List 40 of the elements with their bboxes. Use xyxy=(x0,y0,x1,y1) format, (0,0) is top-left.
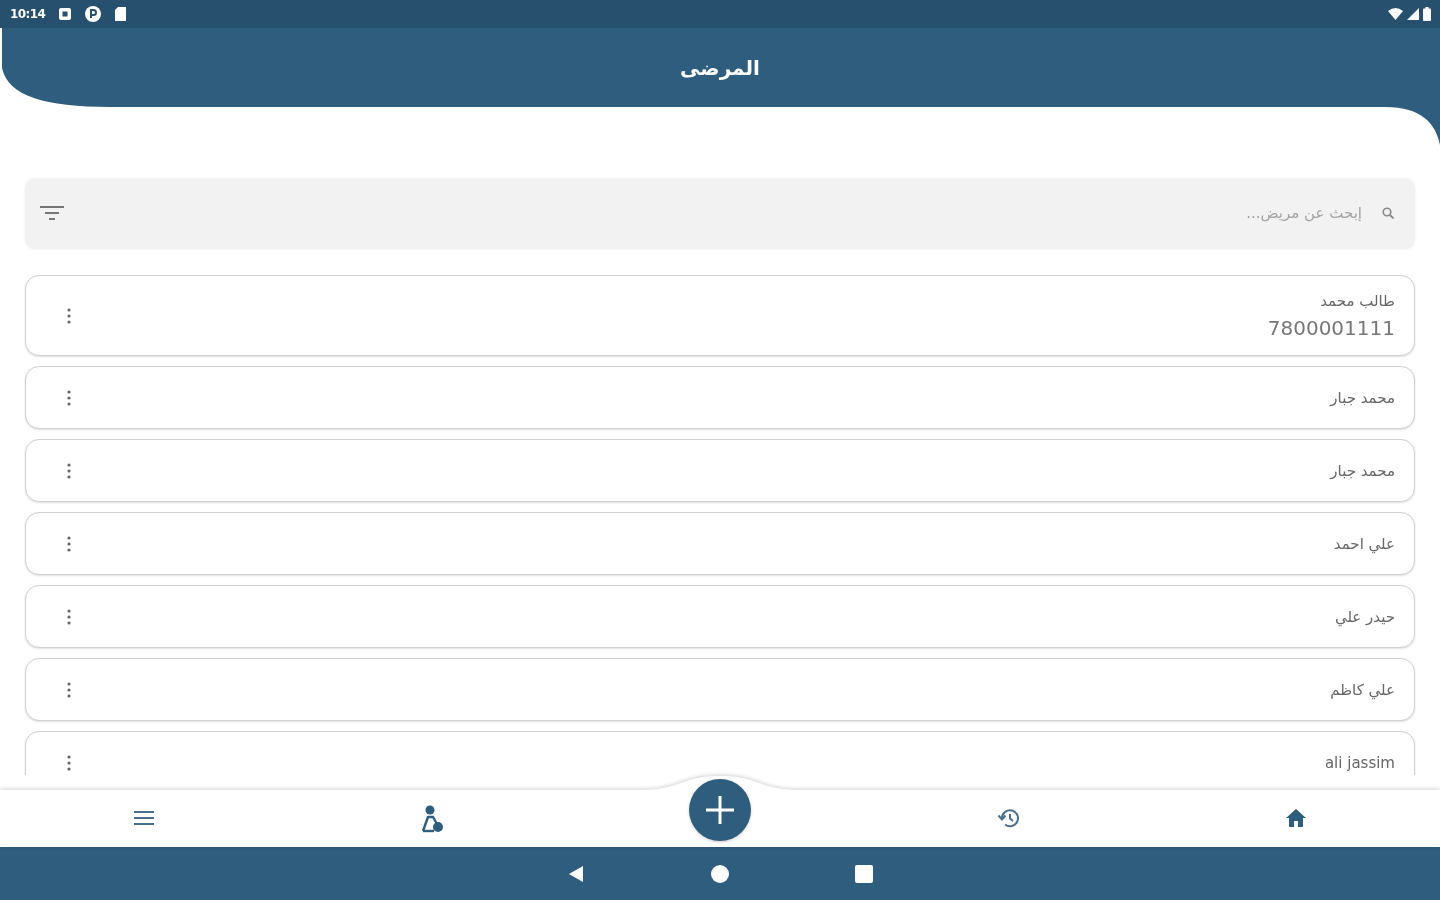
patient-name: علي كاظم xyxy=(1330,679,1395,700)
notification-square-icon xyxy=(59,8,72,20)
more-options-icon[interactable] xyxy=(67,462,71,479)
patient-name: محمد جبار xyxy=(1330,460,1395,481)
more-options-icon[interactable] xyxy=(67,307,71,324)
patient-card[interactable]: محمد جبار xyxy=(25,366,1415,429)
home-circle-icon[interactable] xyxy=(710,863,730,884)
more-options-icon[interactable] xyxy=(67,754,71,771)
search-bar[interactable]: إبحث عن مريض... xyxy=(25,178,1415,248)
patient-name: حيدر علي xyxy=(1334,606,1395,627)
filter-icon[interactable] xyxy=(40,205,64,221)
wifi-icon xyxy=(1388,8,1403,20)
more-options-icon[interactable] xyxy=(67,681,71,698)
home-icon[interactable] xyxy=(1286,809,1306,827)
status-time: 10:14 xyxy=(10,7,46,21)
search-field[interactable]: إبحث عن مريض... xyxy=(84,193,1362,233)
patient-name: ali jassim xyxy=(1324,752,1395,773)
patient-name: علي احمد xyxy=(1333,533,1395,554)
patient-card[interactable]: علي احمد xyxy=(25,512,1415,575)
menu-icon[interactable] xyxy=(134,811,154,825)
more-options-icon[interactable] xyxy=(67,535,71,552)
patient-phone: 7800001111 xyxy=(1267,314,1395,341)
page-title: المرضى xyxy=(680,55,760,82)
circle-badge-icon xyxy=(85,6,102,22)
patient-card[interactable]: علي كاظم xyxy=(25,658,1415,721)
history-icon[interactable] xyxy=(997,808,1019,828)
more-options-icon[interactable] xyxy=(67,608,71,625)
patient-name: طالب محمد xyxy=(1320,290,1395,311)
patient-card[interactable]: محمد جبار xyxy=(25,439,1415,502)
signal-icon xyxy=(1407,8,1419,20)
sd-card-icon xyxy=(115,7,127,21)
more-options-icon[interactable] xyxy=(67,389,71,406)
patient-card[interactable]: حيدر علي xyxy=(25,585,1415,648)
battery-icon xyxy=(1423,7,1431,21)
search-icon xyxy=(1382,207,1394,219)
patient-card[interactable]: ali jassim xyxy=(25,731,1415,775)
recents-square-icon[interactable] xyxy=(854,863,874,884)
plus-icon xyxy=(706,796,734,824)
patient-name: محمد جبار xyxy=(1330,387,1395,408)
person-icon[interactable] xyxy=(420,805,444,833)
